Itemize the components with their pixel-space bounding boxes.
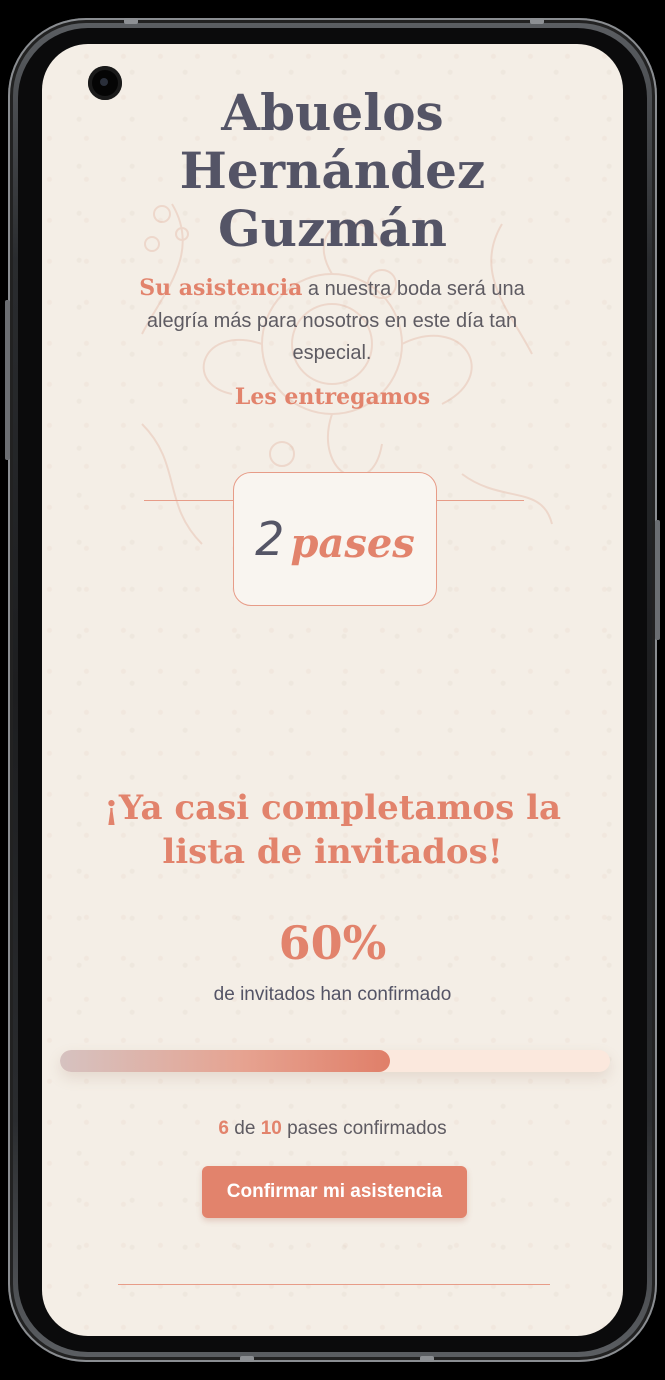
confirmed-percent: 60% (278, 916, 387, 970)
guest-list-headline: ¡Ya casi completamos la lista de invitad… (103, 788, 562, 872)
family-name-line: Hernández (179, 141, 486, 200)
family-name-line: Abuelos (221, 83, 444, 142)
confirmation-progress-fill (60, 1050, 390, 1072)
count-connector: de (228, 1118, 261, 1139)
frame-antenna-mark (420, 1356, 434, 1362)
frame-antenna-mark (124, 18, 138, 24)
volume-button (655, 520, 660, 640)
confirmation-progress-bar (60, 1050, 610, 1072)
count-suffix: pases confirmados (281, 1118, 447, 1139)
family-name-line: Guzmán (217, 199, 448, 258)
passes-intro-text: Les entregamos (234, 384, 431, 410)
confirmed-count: 6 (218, 1118, 229, 1139)
passes-count-box: 2 pases (233, 472, 437, 606)
passes-confirmed-count: 6 de 10 pases confirmados (42, 1118, 623, 1140)
confirm-attendance-button[interactable]: Confirmar mi asistencia (202, 1166, 467, 1218)
confirmed-percent-label: de invitados han confirmado (213, 984, 452, 1005)
invitation-screen: Abuelos Hernández Guzmán Su asistencia a… (42, 44, 623, 1336)
power-button (5, 300, 10, 460)
family-name-title: Abuelos Hernández Guzmán (42, 84, 623, 258)
total-count: 10 (260, 1118, 282, 1139)
passes-number: 2 (255, 512, 285, 566)
intro-accent-text: Su asistencia (139, 275, 303, 301)
frame-antenna-mark (530, 18, 544, 24)
invitation-intro: Su asistencia a nuestra boda será una al… (137, 272, 527, 369)
passes-word: pases (290, 519, 415, 567)
frame-antenna-mark (240, 1356, 254, 1362)
bottom-divider-line (118, 1284, 550, 1285)
